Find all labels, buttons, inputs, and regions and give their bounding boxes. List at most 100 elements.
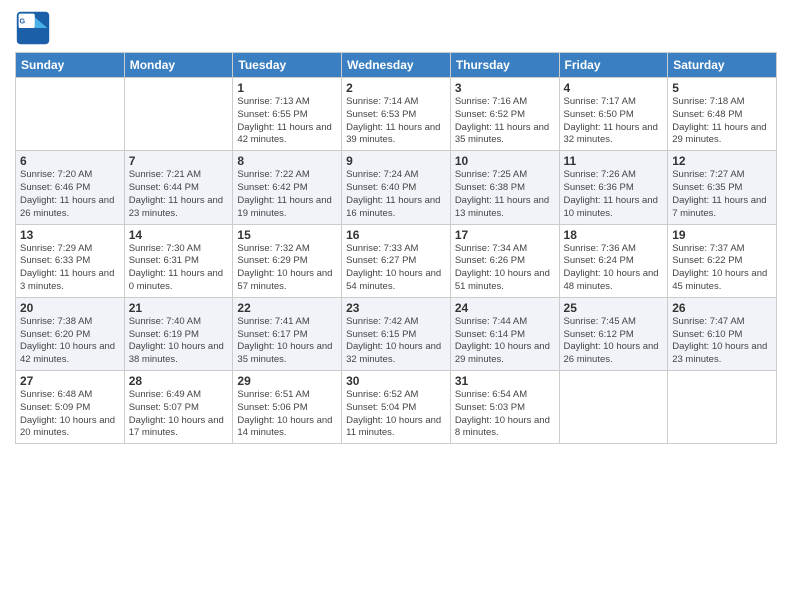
logo: G: [15, 10, 55, 46]
weekday-header-monday: Monday: [124, 53, 233, 78]
weekday-header-thursday: Thursday: [450, 53, 559, 78]
day-number: 5: [672, 81, 772, 95]
calendar-cell: 28Sunrise: 6:49 AM Sunset: 5:07 PM Dayli…: [124, 371, 233, 444]
weekday-header-wednesday: Wednesday: [342, 53, 451, 78]
day-number: 12: [672, 154, 772, 168]
day-number: 18: [564, 228, 664, 242]
calendar-cell: [16, 78, 125, 151]
day-info: Sunrise: 6:48 AM Sunset: 5:09 PM Dayligh…: [20, 389, 120, 440]
day-info: Sunrise: 7:38 AM Sunset: 6:20 PM Dayligh…: [20, 316, 120, 367]
day-info: Sunrise: 7:17 AM Sunset: 6:50 PM Dayligh…: [564, 96, 664, 147]
day-info: Sunrise: 7:45 AM Sunset: 6:12 PM Dayligh…: [564, 316, 664, 367]
calendar-cell: 11Sunrise: 7:26 AM Sunset: 6:36 PM Dayli…: [559, 151, 668, 224]
calendar-cell: 31Sunrise: 6:54 AM Sunset: 5:03 PM Dayli…: [450, 371, 559, 444]
day-number: 10: [455, 154, 555, 168]
calendar-cell: 8Sunrise: 7:22 AM Sunset: 6:42 PM Daylig…: [233, 151, 342, 224]
day-info: Sunrise: 7:40 AM Sunset: 6:19 PM Dayligh…: [129, 316, 229, 367]
day-info: Sunrise: 7:29 AM Sunset: 6:33 PM Dayligh…: [20, 243, 120, 294]
calendar-table: SundayMondayTuesdayWednesdayThursdayFrid…: [15, 52, 777, 444]
calendar-cell: 20Sunrise: 7:38 AM Sunset: 6:20 PM Dayli…: [16, 297, 125, 370]
day-number: 3: [455, 81, 555, 95]
calendar-cell: 1Sunrise: 7:13 AM Sunset: 6:55 PM Daylig…: [233, 78, 342, 151]
calendar-cell: 12Sunrise: 7:27 AM Sunset: 6:35 PM Dayli…: [668, 151, 777, 224]
day-number: 22: [237, 301, 337, 315]
day-number: 21: [129, 301, 229, 315]
calendar-cell: [124, 78, 233, 151]
day-number: 23: [346, 301, 446, 315]
logo-icon: G: [15, 10, 51, 46]
day-info: Sunrise: 7:41 AM Sunset: 6:17 PM Dayligh…: [237, 316, 337, 367]
week-row-3: 13Sunrise: 7:29 AM Sunset: 6:33 PM Dayli…: [16, 224, 777, 297]
calendar-cell: 17Sunrise: 7:34 AM Sunset: 6:26 PM Dayli…: [450, 224, 559, 297]
day-number: 19: [672, 228, 772, 242]
calendar-cell: 23Sunrise: 7:42 AM Sunset: 6:15 PM Dayli…: [342, 297, 451, 370]
svg-text:G: G: [20, 17, 26, 26]
day-number: 31: [455, 374, 555, 388]
page-header: G: [15, 10, 777, 46]
day-info: Sunrise: 7:37 AM Sunset: 6:22 PM Dayligh…: [672, 243, 772, 294]
day-number: 1: [237, 81, 337, 95]
day-info: Sunrise: 7:33 AM Sunset: 6:27 PM Dayligh…: [346, 243, 446, 294]
day-number: 14: [129, 228, 229, 242]
day-number: 29: [237, 374, 337, 388]
day-info: Sunrise: 7:26 AM Sunset: 6:36 PM Dayligh…: [564, 169, 664, 220]
calendar-cell: 5Sunrise: 7:18 AM Sunset: 6:48 PM Daylig…: [668, 78, 777, 151]
day-number: 27: [20, 374, 120, 388]
day-info: Sunrise: 7:36 AM Sunset: 6:24 PM Dayligh…: [564, 243, 664, 294]
day-info: Sunrise: 6:51 AM Sunset: 5:06 PM Dayligh…: [237, 389, 337, 440]
day-info: Sunrise: 6:49 AM Sunset: 5:07 PM Dayligh…: [129, 389, 229, 440]
day-number: 28: [129, 374, 229, 388]
calendar-cell: 18Sunrise: 7:36 AM Sunset: 6:24 PM Dayli…: [559, 224, 668, 297]
calendar-cell: 7Sunrise: 7:21 AM Sunset: 6:44 PM Daylig…: [124, 151, 233, 224]
weekday-header-friday: Friday: [559, 53, 668, 78]
day-info: Sunrise: 7:44 AM Sunset: 6:14 PM Dayligh…: [455, 316, 555, 367]
day-info: Sunrise: 7:24 AM Sunset: 6:40 PM Dayligh…: [346, 169, 446, 220]
day-number: 20: [20, 301, 120, 315]
day-info: Sunrise: 7:47 AM Sunset: 6:10 PM Dayligh…: [672, 316, 772, 367]
calendar-cell: 6Sunrise: 7:20 AM Sunset: 6:46 PM Daylig…: [16, 151, 125, 224]
day-info: Sunrise: 6:52 AM Sunset: 5:04 PM Dayligh…: [346, 389, 446, 440]
day-number: 8: [237, 154, 337, 168]
day-number: 13: [20, 228, 120, 242]
day-info: Sunrise: 7:13 AM Sunset: 6:55 PM Dayligh…: [237, 96, 337, 147]
day-number: 16: [346, 228, 446, 242]
day-number: 17: [455, 228, 555, 242]
calendar-cell: 24Sunrise: 7:44 AM Sunset: 6:14 PM Dayli…: [450, 297, 559, 370]
week-row-5: 27Sunrise: 6:48 AM Sunset: 5:09 PM Dayli…: [16, 371, 777, 444]
day-info: Sunrise: 7:32 AM Sunset: 6:29 PM Dayligh…: [237, 243, 337, 294]
calendar-cell: 2Sunrise: 7:14 AM Sunset: 6:53 PM Daylig…: [342, 78, 451, 151]
calendar-cell: 26Sunrise: 7:47 AM Sunset: 6:10 PM Dayli…: [668, 297, 777, 370]
calendar-cell: 27Sunrise: 6:48 AM Sunset: 5:09 PM Dayli…: [16, 371, 125, 444]
calendar-cell: 21Sunrise: 7:40 AM Sunset: 6:19 PM Dayli…: [124, 297, 233, 370]
week-row-1: 1Sunrise: 7:13 AM Sunset: 6:55 PM Daylig…: [16, 78, 777, 151]
week-row-4: 20Sunrise: 7:38 AM Sunset: 6:20 PM Dayli…: [16, 297, 777, 370]
day-info: Sunrise: 7:34 AM Sunset: 6:26 PM Dayligh…: [455, 243, 555, 294]
calendar-cell: 10Sunrise: 7:25 AM Sunset: 6:38 PM Dayli…: [450, 151, 559, 224]
day-number: 7: [129, 154, 229, 168]
day-number: 24: [455, 301, 555, 315]
calendar-cell: 16Sunrise: 7:33 AM Sunset: 6:27 PM Dayli…: [342, 224, 451, 297]
day-info: Sunrise: 7:42 AM Sunset: 6:15 PM Dayligh…: [346, 316, 446, 367]
day-info: Sunrise: 6:54 AM Sunset: 5:03 PM Dayligh…: [455, 389, 555, 440]
calendar-cell: 13Sunrise: 7:29 AM Sunset: 6:33 PM Dayli…: [16, 224, 125, 297]
calendar-cell: 3Sunrise: 7:16 AM Sunset: 6:52 PM Daylig…: [450, 78, 559, 151]
calendar-cell: 4Sunrise: 7:17 AM Sunset: 6:50 PM Daylig…: [559, 78, 668, 151]
calendar-cell: 22Sunrise: 7:41 AM Sunset: 6:17 PM Dayli…: [233, 297, 342, 370]
day-info: Sunrise: 7:30 AM Sunset: 6:31 PM Dayligh…: [129, 243, 229, 294]
weekday-header-saturday: Saturday: [668, 53, 777, 78]
calendar-cell: 15Sunrise: 7:32 AM Sunset: 6:29 PM Dayli…: [233, 224, 342, 297]
day-number: 4: [564, 81, 664, 95]
day-info: Sunrise: 7:14 AM Sunset: 6:53 PM Dayligh…: [346, 96, 446, 147]
day-info: Sunrise: 7:22 AM Sunset: 6:42 PM Dayligh…: [237, 169, 337, 220]
calendar-cell: 25Sunrise: 7:45 AM Sunset: 6:12 PM Dayli…: [559, 297, 668, 370]
day-info: Sunrise: 7:25 AM Sunset: 6:38 PM Dayligh…: [455, 169, 555, 220]
calendar-cell: 19Sunrise: 7:37 AM Sunset: 6:22 PM Dayli…: [668, 224, 777, 297]
day-number: 30: [346, 374, 446, 388]
day-info: Sunrise: 7:27 AM Sunset: 6:35 PM Dayligh…: [672, 169, 772, 220]
day-info: Sunrise: 7:20 AM Sunset: 6:46 PM Dayligh…: [20, 169, 120, 220]
weekday-header-tuesday: Tuesday: [233, 53, 342, 78]
week-row-2: 6Sunrise: 7:20 AM Sunset: 6:46 PM Daylig…: [16, 151, 777, 224]
day-number: 6: [20, 154, 120, 168]
calendar-cell: 29Sunrise: 6:51 AM Sunset: 5:06 PM Dayli…: [233, 371, 342, 444]
calendar-cell: 30Sunrise: 6:52 AM Sunset: 5:04 PM Dayli…: [342, 371, 451, 444]
